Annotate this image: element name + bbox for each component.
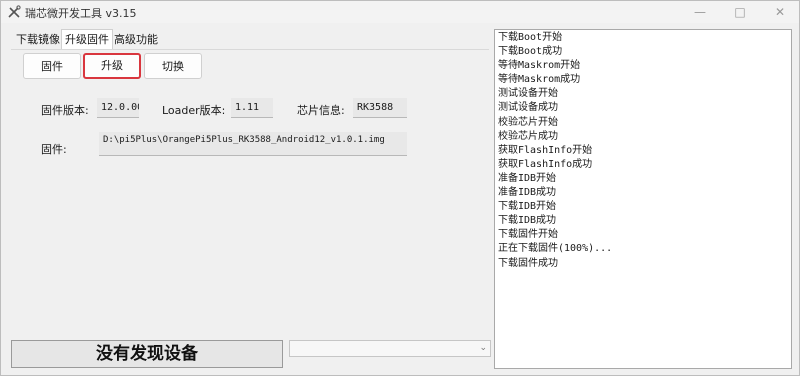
maximize-button[interactable]: □	[732, 4, 748, 20]
log-line: 准备IDB成功	[498, 187, 557, 199]
log-line: 获取FlashInfo成功	[498, 158, 593, 170]
loader-version-label: Loader版本:	[162, 104, 226, 117]
firmware-path-field[interactable]: D:\pi5Plus\OrangePi5Plus_RK3588_Android1…	[99, 132, 407, 156]
tab-upgrade-firmware[interactable]: 升级固件	[61, 29, 113, 50]
log-line: 校验芯片开始	[498, 116, 558, 128]
log-line: 下载固件成功	[498, 257, 558, 269]
upgrade-button[interactable]: 升级	[83, 53, 141, 79]
log-line: 下载Boot开始	[498, 32, 563, 43]
window-title: 瑞芯微开发工具 v3.15	[25, 7, 137, 20]
tools-icon	[8, 5, 21, 18]
firmware-button[interactable]: 固件	[23, 53, 81, 79]
chip-info-label: 芯片信息:	[297, 104, 345, 117]
minimize-button[interactable]: —	[692, 4, 708, 20]
tab-advanced[interactable]: 高级功能	[111, 31, 161, 48]
log-line: 正在下载固件(100%)...	[498, 243, 613, 255]
chip-info-value: RK3588	[353, 98, 407, 118]
upgrade-panel	[11, 49, 489, 332]
loader-version-value: 1.11	[231, 98, 273, 118]
tab-download-image[interactable]: 下载镜像	[13, 31, 63, 48]
firmware-path-label: 固件:	[41, 143, 67, 156]
device-select[interactable]: ⌄	[289, 340, 491, 357]
close-button[interactable]: ✕	[772, 4, 788, 20]
log-line: 下载固件开始	[498, 229, 558, 241]
log-line: 下载IDB成功	[498, 215, 557, 227]
log-line: 下载IDB开始	[498, 201, 557, 213]
log-line: 等待Maskrom开始	[498, 60, 581, 72]
log-panel[interactable]: 下载Boot开始 下载Boot成功 等待Maskrom开始 等待Maskrom成…	[494, 29, 792, 369]
fw-version-label: 固件版本:	[41, 104, 89, 117]
log-line: 测试设备开始	[498, 88, 558, 100]
log-line: 准备IDB开始	[498, 172, 557, 184]
app-window: 瑞芯微开发工具 v3.15 — □ ✕ 下载镜像 升级固件 高级功能 固件 升级…	[0, 0, 800, 376]
log-line: 校验芯片成功	[498, 130, 558, 142]
switch-button[interactable]: 切换	[144, 53, 202, 79]
log-line: 获取FlashInfo开始	[498, 144, 593, 156]
log-line: 等待Maskrom成功	[498, 74, 581, 86]
fw-version-value: 12.0.00	[97, 98, 139, 118]
log-line: 下载Boot成功	[498, 46, 563, 58]
title-bar: 瑞芯微开发工具 v3.15 — □ ✕	[1, 1, 799, 23]
log-line: 测试设备成功	[498, 102, 558, 114]
chevron-down-icon: ⌄	[479, 343, 487, 353]
device-status: 没有发现设备	[11, 340, 283, 368]
